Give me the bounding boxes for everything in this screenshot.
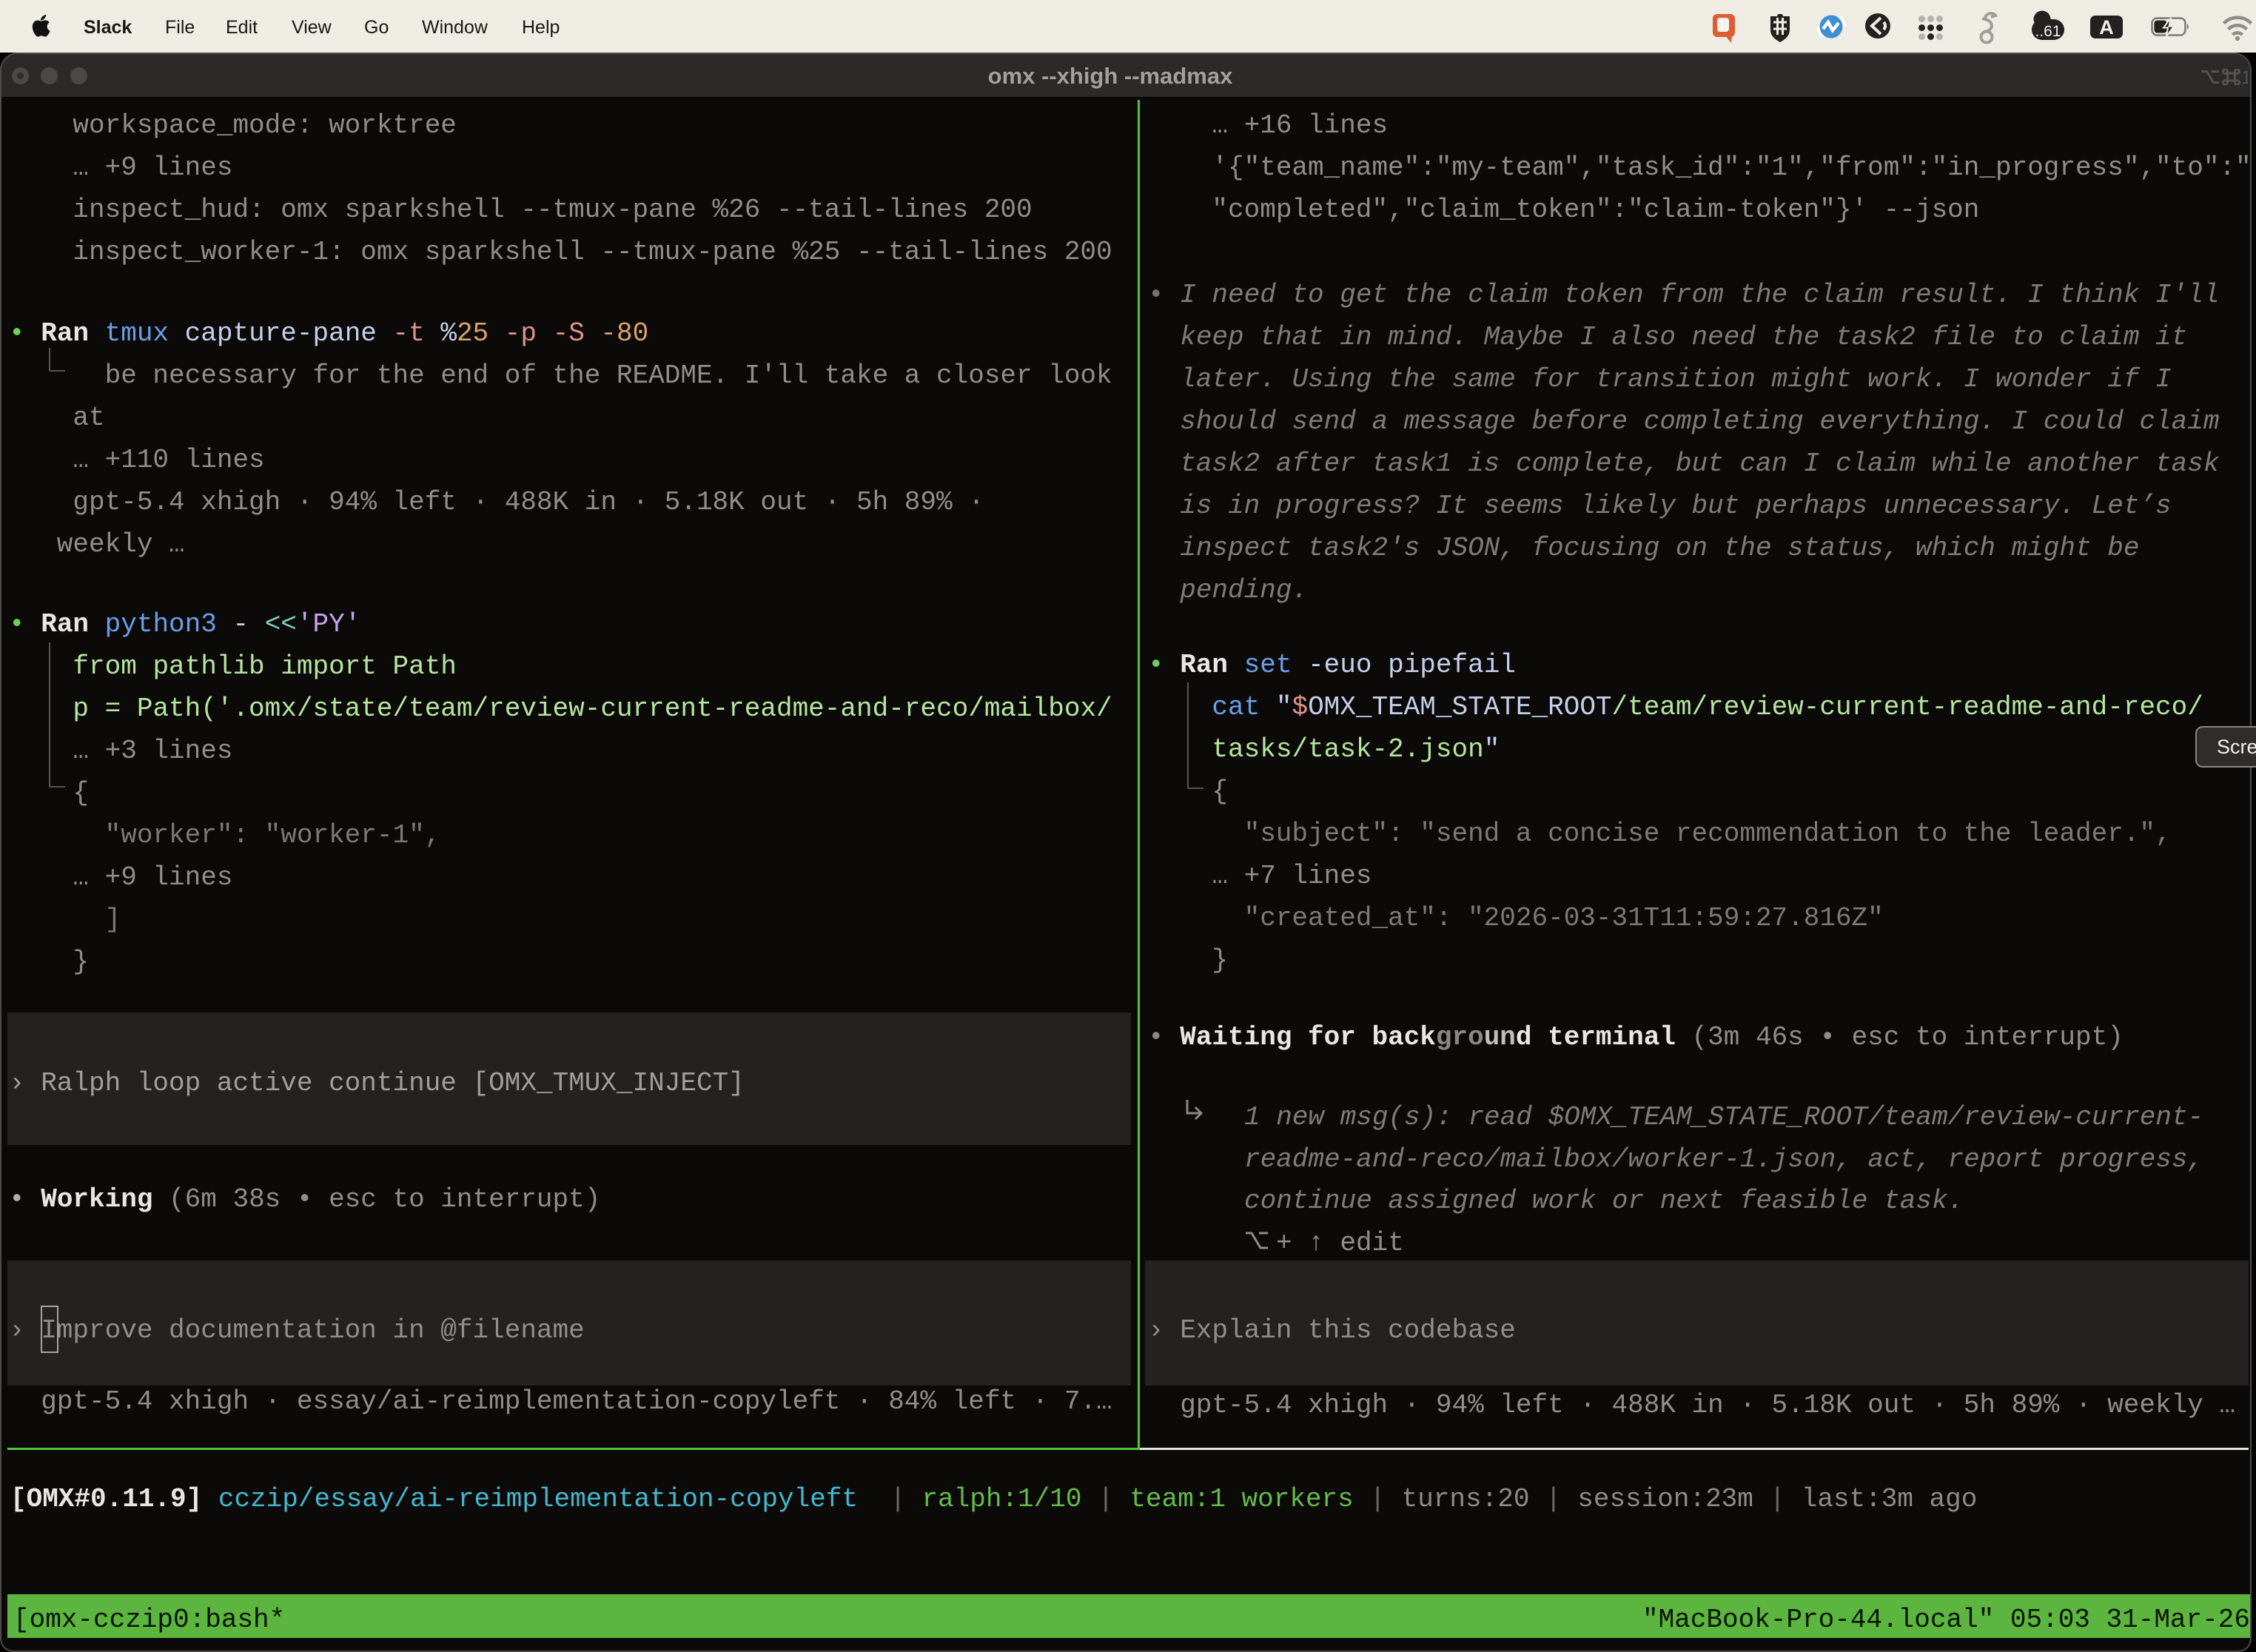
svg-text:1: 1	[2241, 69, 2248, 85]
svg-text:..61: ..61	[2035, 23, 2061, 40]
